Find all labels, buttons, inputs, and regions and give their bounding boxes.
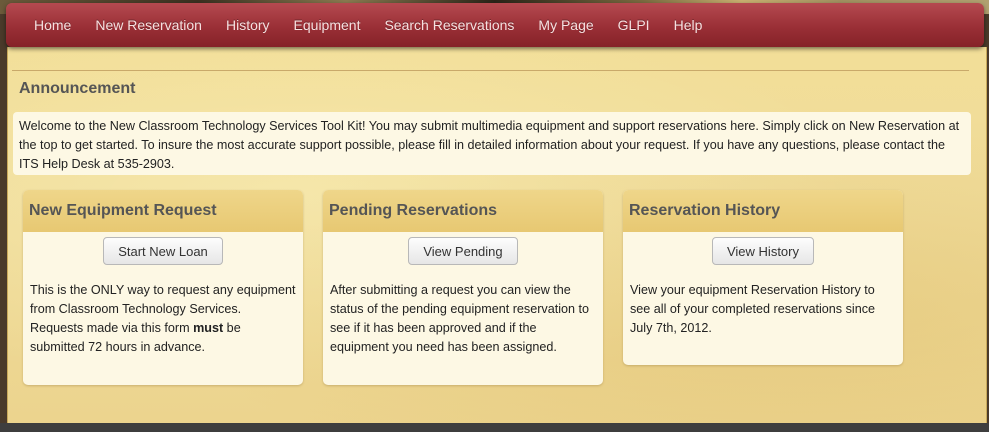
start-new-loan-button[interactable]: Start New Loan (103, 237, 223, 265)
nav-my-page[interactable]: My Page (538, 17, 593, 33)
announcement-text: Welcome to the New Classroom Technology … (19, 119, 960, 171)
nav-search-reservations[interactable]: Search Reservations (384, 17, 514, 33)
nav-equipment[interactable]: Equipment (294, 17, 361, 33)
panel-pending-reservations: Pending Reservations View Pending After … (323, 190, 603, 385)
panel-description: This is the ONLY way to request any equi… (23, 281, 303, 357)
divider (12, 70, 969, 71)
panel-reservation-history: Reservation History View History View yo… (623, 190, 903, 365)
nav-glpi[interactable]: GLPI (618, 17, 650, 33)
panel-title: Pending Reservations (323, 190, 603, 232)
main-nav: Home New Reservation History Equipment S… (6, 3, 984, 47)
panel-title: New Equipment Request (23, 190, 303, 232)
announcement-box: Welcome to the New Classroom Technology … (13, 112, 971, 175)
view-history-button[interactable]: View History (711, 237, 814, 265)
description-emphasis: must (193, 321, 224, 335)
description-text: This is the ONLY way to request any equi… (30, 283, 296, 335)
announcement-title: Announcement (19, 80, 136, 97)
footer-bar (0, 423, 989, 432)
nav-history[interactable]: History (226, 17, 270, 33)
panel-title: Reservation History (623, 190, 903, 232)
nav-new-reservation[interactable]: New Reservation (95, 17, 202, 33)
panel-description: View your equipment Reservation History … (630, 283, 876, 335)
panel-new-equipment-request: New Equipment Request Start New Loan Thi… (23, 190, 303, 385)
view-pending-button[interactable]: View Pending (408, 237, 518, 265)
panel-description: After submitting a request you can view … (330, 283, 590, 354)
nav-home[interactable]: Home (34, 17, 71, 33)
nav-help[interactable]: Help (674, 17, 703, 33)
